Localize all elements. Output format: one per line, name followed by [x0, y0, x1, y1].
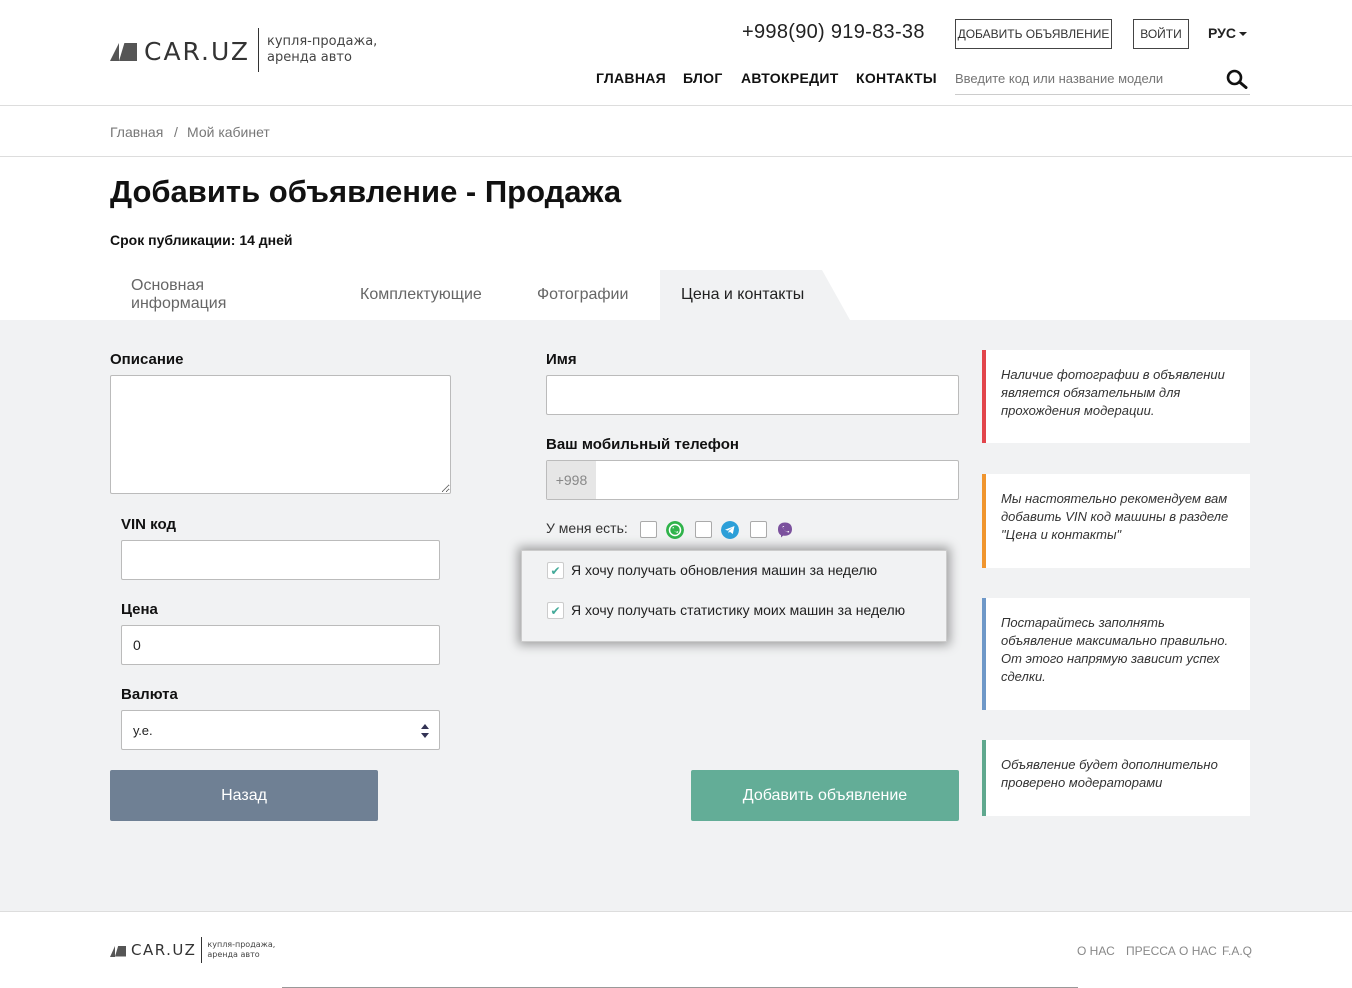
footer-tagline-line2: аренда авто [207, 950, 260, 959]
tab-main-info[interactable]: Основная информация [131, 270, 226, 320]
nav-home[interactable]: ГЛАВНАЯ [596, 70, 666, 86]
note-fill-correctly: Постарайтесь заполнять объявление максим… [982, 598, 1250, 710]
price-label: Цена [121, 601, 158, 618]
language-selector[interactable]: РУС [1208, 25, 1247, 41]
logo-tagline-line2: аренда авто [266, 50, 352, 65]
tab-photos[interactable]: Фотографии [537, 270, 628, 320]
submit-listing-button[interactable]: Добавить объявление [691, 770, 959, 821]
currency-value: у.е. [133, 722, 153, 738]
note-photo-required: Наличие фотографии в объявлении является… [982, 350, 1250, 443]
footer-link-about[interactable]: О НАС [1077, 944, 1115, 958]
nav-blog[interactable]: БЛОГ [683, 70, 723, 86]
whatsapp-checkbox[interactable] [640, 521, 657, 538]
logo-tagline-line1: купля-продажа, [266, 34, 378, 49]
select-arrows-icon [421, 724, 429, 738]
tab-equipment[interactable]: Комплектующие [360, 270, 482, 320]
subscribe-updates-label[interactable]: Я хочу получать обновления машин за неде… [571, 562, 877, 578]
login-button[interactable]: ВОЙТИ [1133, 19, 1189, 49]
breadcrumb-current: Мой кабинет [187, 124, 270, 140]
search-icon[interactable] [1226, 69, 1248, 89]
subscription-options: ✔ Я хочу получать обновления машин за не… [521, 550, 947, 642]
footer-logo-text: CAR.UZ [131, 941, 197, 959]
page-title: Добавить объявление - Продажа [110, 174, 622, 209]
viber-checkbox[interactable] [750, 521, 767, 538]
logo-mark-icon [110, 43, 138, 61]
language-label: РУС [1208, 25, 1236, 41]
footer-link-faq[interactable]: F.A.Q [1222, 944, 1252, 958]
subscribe-stats-label[interactable]: Я хочу получать статистику моих машин за… [571, 602, 905, 618]
phone-prefix: +998 [547, 461, 596, 499]
vin-label: VIN код [121, 516, 176, 533]
footer-logo-mark-icon [110, 945, 127, 957]
whatsapp-icon [666, 521, 684, 539]
description-label: Описание [110, 351, 184, 368]
footer-tagline-line1: купля-продажа, [207, 940, 276, 949]
footer-link-press[interactable]: ПРЕССА О НАС [1126, 944, 1217, 958]
logo-text: CAR.UZ [144, 36, 250, 66]
name-label: Имя [546, 351, 577, 368]
footer-logo-divider [201, 937, 203, 963]
logo-divider [257, 28, 259, 72]
price-input[interactable]: 0 [121, 625, 440, 665]
site-footer: CAR.UZ купля-продажа, аренда авто О НАС … [0, 913, 1352, 988]
site-header: CAR.UZ купля-продажа, аренда авто +998(9… [0, 0, 1352, 106]
phone-input[interactable]: +998 [546, 460, 959, 500]
header-search [955, 62, 1250, 95]
currency-label: Валюта [121, 686, 178, 703]
currency-select[interactable]: у.е. [121, 710, 440, 750]
subscribe-stats-checkbox[interactable]: ✔ [547, 602, 564, 619]
breadcrumb-home[interactable]: Главная [110, 124, 163, 140]
telegram-icon [721, 521, 739, 539]
footer-logo-tagline: купля-продажа, аренда авто [207, 940, 275, 960]
nav-autocredit[interactable]: АВТОКРЕДИТ [741, 70, 839, 86]
footer-logo[interactable]: CAR.UZ купля-продажа, аренда авто [110, 937, 275, 963]
note-moderation: Объявление будет дополнительно проверено… [982, 740, 1250, 816]
logo-tagline: купля-продажа, аренда авто [267, 34, 377, 66]
viber-icon [778, 522, 792, 538]
telegram-checkbox[interactable] [695, 521, 712, 538]
messengers-label: У меня есть: [546, 520, 628, 536]
tab-price-contacts[interactable]: Цена и контакты [660, 270, 850, 320]
site-logo[interactable]: CAR.UZ купля-продажа, аренда авто [110, 28, 377, 72]
note-vin-recommendation: Мы настоятельно рекомендуем вам добавить… [982, 474, 1250, 568]
description-textarea[interactable] [110, 375, 451, 494]
publication-term: Срок публикации: 14 дней [110, 232, 293, 248]
header-phone[interactable]: +998(90) 919-83-38 [742, 21, 925, 44]
subscribe-updates-checkbox[interactable]: ✔ [547, 562, 564, 579]
nav-contacts[interactable]: КОНТАКТЫ [856, 70, 937, 86]
breadcrumb-separator: / [174, 124, 178, 140]
back-button[interactable]: Назад [110, 770, 378, 821]
search-input[interactable] [955, 62, 1215, 94]
phone-label: Ваш мобильный телефон [546, 436, 739, 453]
breadcrumb: Главная / Мой кабинет [0, 107, 1352, 157]
vin-input[interactable] [121, 540, 440, 580]
caret-down-icon [1238, 32, 1247, 37]
name-input[interactable] [546, 375, 959, 415]
add-listing-button[interactable]: ДОБАВИТЬ ОБЪЯВЛЕНИЕ [955, 19, 1112, 49]
